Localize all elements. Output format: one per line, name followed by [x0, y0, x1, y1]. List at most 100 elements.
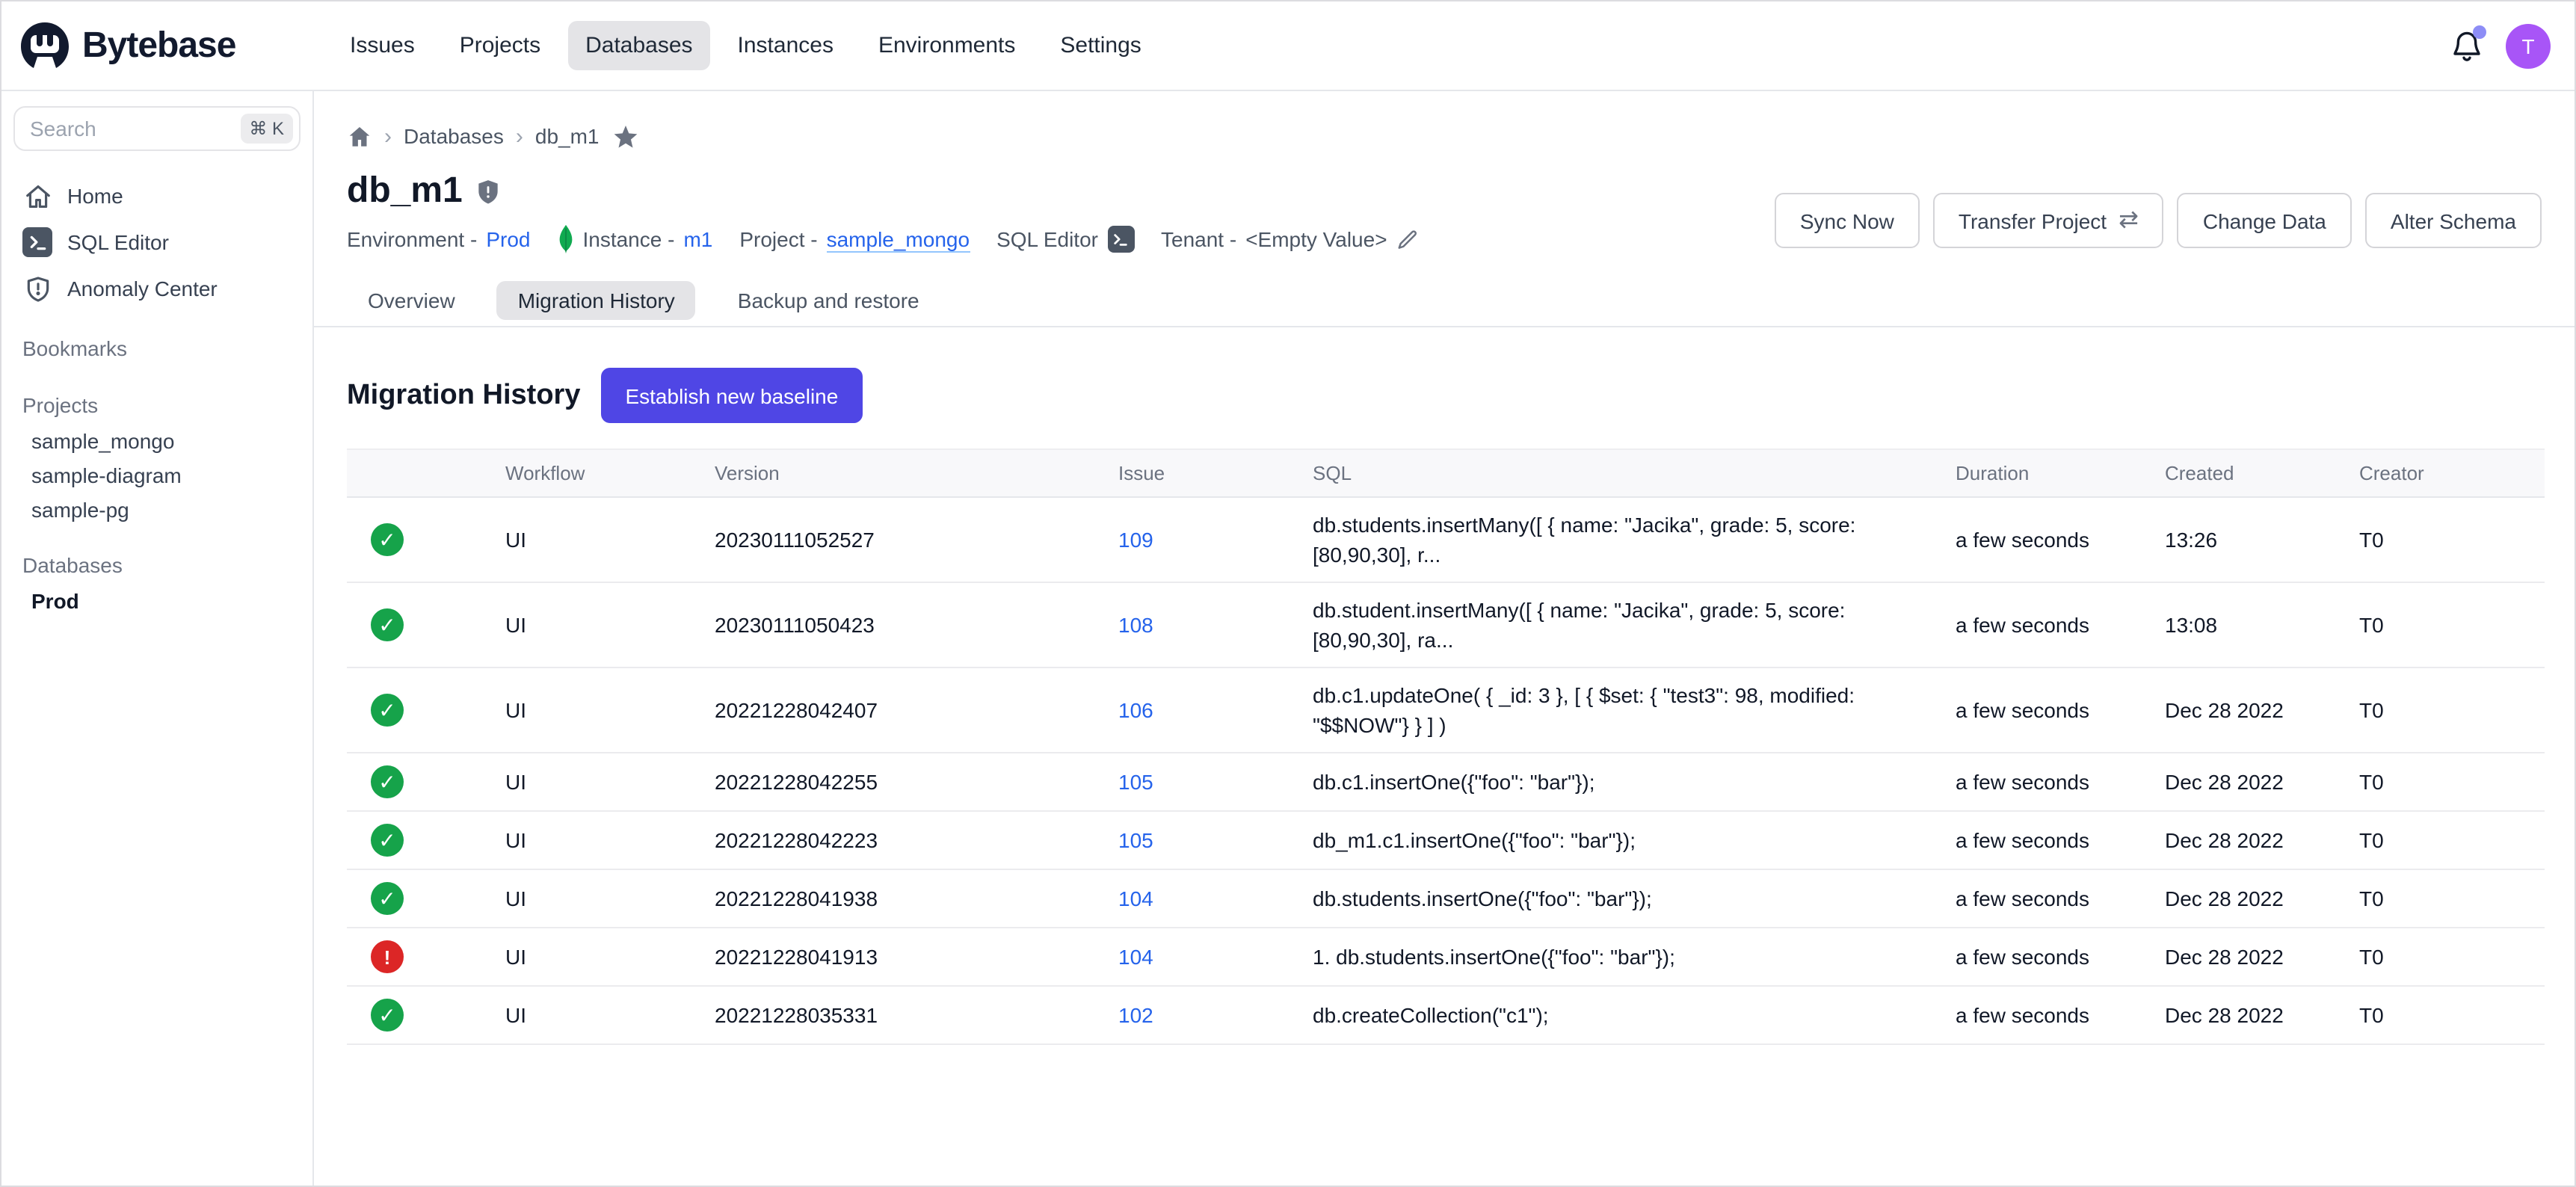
- cell-creator: T0: [2335, 986, 2545, 1044]
- cell-sql: db.students.insertMany([ { name: "Jacika…: [1289, 497, 1932, 582]
- tenant-value: <Empty Value>: [1245, 227, 1387, 251]
- issue-link[interactable]: 105: [1118, 770, 1153, 794]
- cell-created: Dec 28 2022: [2141, 986, 2335, 1044]
- tab-migration-history[interactable]: Migration History: [497, 281, 696, 320]
- tab-backup-and-restore[interactable]: Backup and restore: [717, 281, 940, 320]
- cell-version: 20221228041938: [691, 869, 1094, 928]
- sidebar-item-label: Anomaly Center: [67, 277, 218, 300]
- col-workflow: Workflow: [481, 449, 691, 497]
- sidebar-item-anomaly-center[interactable]: Anomaly Center: [13, 268, 301, 309]
- header-actions: Sync Now Transfer Project ⇄ Change Data …: [1775, 193, 2542, 248]
- cell-workflow: UI: [481, 668, 691, 753]
- alter-schema-button[interactable]: Alter Schema: [2365, 193, 2542, 248]
- search-box[interactable]: ⌘ K: [13, 106, 301, 151]
- cell-creator: T0: [2335, 668, 2545, 753]
- cell-version: 20221228042255: [691, 753, 1094, 811]
- nav-environments[interactable]: Environments: [860, 21, 1033, 70]
- table-header-row: Workflow Version Issue SQL Duration Crea…: [347, 449, 2545, 497]
- table-row[interactable]: UI 20221228042255 105 db.c1.insertOne({"…: [347, 753, 2545, 811]
- bookmark-star-icon[interactable]: [611, 122, 640, 150]
- edit-pencil-icon[interactable]: [1396, 228, 1419, 250]
- issue-link[interactable]: 108: [1118, 613, 1153, 637]
- user-avatar[interactable]: T: [2506, 23, 2551, 68]
- notification-bell-icon[interactable]: [2449, 28, 2485, 64]
- sidebar-item-home[interactable]: Home: [13, 175, 301, 217]
- sidebar-group-databases: Databases: [13, 547, 301, 583]
- cell-workflow: UI: [481, 869, 691, 928]
- table-row[interactable]: UI 20230111050423 108 db.student.insertM…: [347, 582, 2545, 668]
- shield-alert-icon: [22, 274, 52, 303]
- cell-creator: T0: [2335, 582, 2545, 668]
- cell-created: Dec 28 2022: [2141, 928, 2335, 986]
- breadcrumb-home-icon[interactable]: [347, 123, 372, 149]
- change-data-button[interactable]: Change Data: [2178, 193, 2352, 248]
- status-success-icon: [371, 608, 404, 641]
- issue-link[interactable]: 109: [1118, 528, 1153, 552]
- notification-dot: [2473, 25, 2486, 38]
- sidebar-project-sample-mongo[interactable]: sample_mongo: [13, 423, 301, 457]
- cell-duration: a few seconds: [1932, 811, 2141, 869]
- cell-sql: db.c1.insertOne({"foo": "bar"});: [1289, 753, 1932, 811]
- bytebase-logo[interactable]: Bytebase: [19, 20, 314, 71]
- col-duration: Duration: [1932, 449, 2141, 497]
- nav-instances[interactable]: Instances: [720, 21, 851, 70]
- issue-link[interactable]: 105: [1118, 828, 1153, 852]
- col-created: Created: [2141, 449, 2335, 497]
- breadcrumb-db-m1[interactable]: db_m1: [535, 124, 600, 148]
- instance-label: Instance -: [582, 227, 674, 251]
- mongodb-leaf-icon: [557, 224, 573, 254]
- instance-link[interactable]: m1: [683, 227, 712, 251]
- issue-link[interactable]: 106: [1118, 698, 1153, 722]
- col-version: Version: [691, 449, 1094, 497]
- database-info-row: Environment - Prod Instance -: [347, 223, 1419, 256]
- table-row[interactable]: UI 20221228042223 105 db_m1.c1.insertOne…: [347, 811, 2545, 869]
- page-header: db_m1 Environment - Prod: [347, 154, 2542, 256]
- sidebar-item-label: SQL Editor: [67, 230, 169, 254]
- status-success-icon: [371, 523, 404, 556]
- home-icon: [22, 181, 52, 211]
- breadcrumb-separator: ›: [516, 123, 523, 149]
- environment-link[interactable]: Prod: [486, 227, 530, 251]
- project-link[interactable]: sample_mongo: [827, 226, 970, 252]
- cell-workflow: UI: [481, 497, 691, 582]
- cell-sql: db.student.insertMany([ { name: "Jacika"…: [1289, 582, 1932, 668]
- sidebar-database-prod[interactable]: Prod: [13, 583, 301, 617]
- search-input[interactable]: [30, 117, 240, 141]
- sync-now-button[interactable]: Sync Now: [1775, 193, 1920, 248]
- table-row[interactable]: UI 20221228042407 106 db.c1.updateOne( {…: [347, 668, 2545, 753]
- table-row[interactable]: UI 20230111052527 109 db.students.insert…: [347, 497, 2545, 582]
- bytebase-app: Bytebase Issues Projects Databases Insta…: [0, 0, 2576, 1187]
- terminal-icon: [1107, 226, 1134, 253]
- table-row[interactable]: UI 20221228035331 102 db.createCollectio…: [347, 986, 2545, 1044]
- table-row[interactable]: UI 20221228041938 104 db.students.insert…: [347, 869, 2545, 928]
- table-row[interactable]: UI 20221228041913 104 1. db.students.ins…: [347, 928, 2545, 986]
- sidebar-project-sample-pg[interactable]: sample-pg: [13, 492, 301, 526]
- cell-duration: a few seconds: [1932, 928, 2141, 986]
- cell-workflow: UI: [481, 928, 691, 986]
- cell-duration: a few seconds: [1932, 986, 2141, 1044]
- cell-creator: T0: [2335, 811, 2545, 869]
- sql-editor-shortcut[interactable]: SQL Editor: [996, 226, 1134, 253]
- transfer-project-button[interactable]: Transfer Project ⇄: [1933, 193, 2164, 248]
- nav-projects[interactable]: Projects: [442, 21, 558, 70]
- status-error-icon: [371, 940, 404, 973]
- issue-link[interactable]: 104: [1118, 945, 1153, 969]
- establish-baseline-button[interactable]: Establish new baseline: [601, 368, 862, 423]
- issue-link[interactable]: 104: [1118, 887, 1153, 910]
- nav-issues[interactable]: Issues: [332, 21, 433, 70]
- issue-link[interactable]: 102: [1118, 1003, 1153, 1027]
- sidebar-project-sample-diagram[interactable]: sample-diagram: [13, 457, 301, 492]
- cell-sql: db_m1.c1.insertOne({"foo": "bar"});: [1289, 811, 1932, 869]
- breadcrumb-databases[interactable]: Databases: [404, 124, 504, 148]
- transfer-arrows-icon: ⇄: [2119, 209, 2139, 232]
- nav-settings[interactable]: Settings: [1042, 21, 1159, 70]
- tab-overview[interactable]: Overview: [347, 281, 476, 320]
- cell-version: 20221228042407: [691, 668, 1094, 753]
- sidebar-item-sql-editor[interactable]: SQL Editor: [13, 221, 301, 263]
- top-bar: Bytebase Issues Projects Databases Insta…: [1, 1, 2575, 91]
- environment-label: Environment -: [347, 227, 477, 251]
- nav-databases[interactable]: Databases: [567, 21, 710, 70]
- cell-creator: T0: [2335, 928, 2545, 986]
- bytebase-logo-icon: [19, 20, 70, 71]
- cell-duration: a few seconds: [1932, 668, 2141, 753]
